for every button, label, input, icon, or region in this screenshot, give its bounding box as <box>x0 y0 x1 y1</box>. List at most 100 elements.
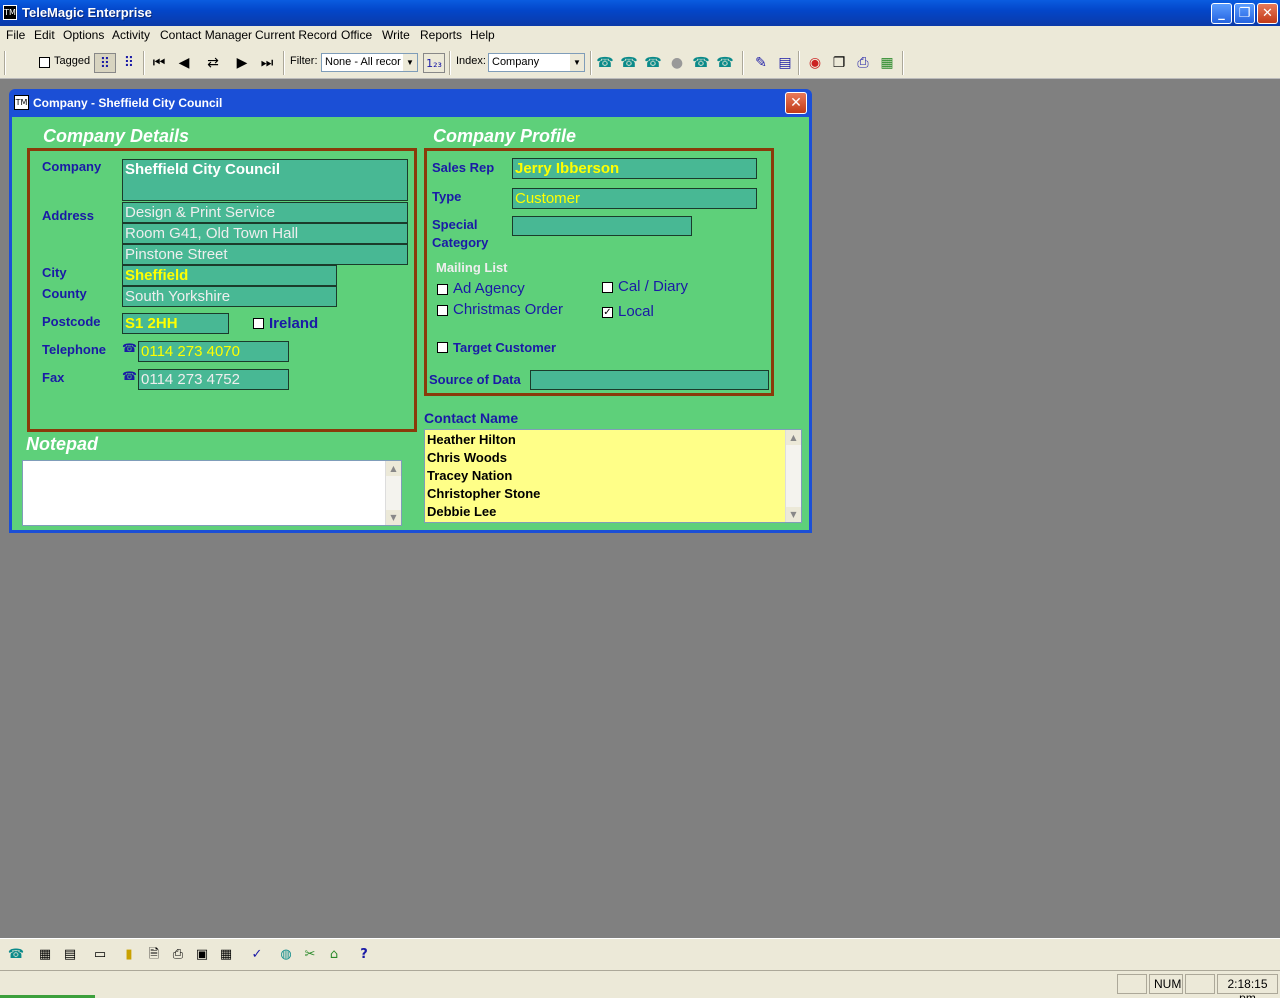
copy-icon[interactable]: ❐ <box>828 53 850 73</box>
christmas-order-checkbox[interactable] <box>437 305 448 316</box>
browse-icon[interactable]: ⇄ <box>202 53 224 73</box>
monitor-icon[interactable]: ▣ <box>192 946 212 964</box>
list-item[interactable]: Debbie Lee <box>427 504 496 519</box>
county-field[interactable]: South Yorkshire <box>122 286 337 307</box>
close-icon[interactable]: ✕ <box>785 92 807 114</box>
filter-select[interactable]: None - All recor ▼ <box>321 53 418 72</box>
phone-hangup-icon[interactable]: ☎ <box>690 53 712 73</box>
phone-icon[interactable]: ☎ <box>6 946 26 964</box>
type-field[interactable]: Customer <box>512 188 757 209</box>
chevron-down-icon[interactable]: ▼ <box>570 54 584 71</box>
spellcheck-icon[interactable]: ✓ <box>247 946 267 964</box>
home-icon[interactable]: ⌂ <box>324 946 344 964</box>
globe-icon[interactable]: ◍ <box>276 946 296 964</box>
phone-dial-icon[interactable]: ☎ <box>594 53 616 73</box>
cal-diary-checkbox[interactable] <box>602 282 613 293</box>
first-record-icon[interactable]: ⏮ <box>148 53 170 73</box>
phone-call-icon[interactable]: ☎ <box>642 53 664 73</box>
source-of-data-field[interactable] <box>530 370 769 390</box>
index-select[interactable]: Company ▼ <box>488 53 585 72</box>
local-checkbox[interactable]: ✓ <box>602 307 613 318</box>
close-icon[interactable]: ✕ <box>1257 3 1278 24</box>
phone-search-icon[interactable]: ☎ <box>618 53 640 73</box>
chevron-down-icon[interactable]: ▼ <box>403 54 417 71</box>
scroll-down-icon[interactable]: ▼ <box>386 510 401 525</box>
menu-contact-manager[interactable]: Contact Manager <box>160 28 252 42</box>
company-label: Company <box>42 159 102 174</box>
contact-list[interactable]: Heather Hilton Chris Woods Tracey Nation… <box>424 429 802 523</box>
special-category-field[interactable] <box>512 216 692 236</box>
calendar-icon[interactable]: ▦ <box>216 946 236 964</box>
report-icon[interactable]: ▦ <box>876 53 898 73</box>
contact-list-scrollbar[interactable]: ▲ ▼ <box>785 430 801 522</box>
target-customer-label: Target Customer <box>453 340 557 355</box>
scroll-up-icon[interactable]: ▲ <box>386 461 401 476</box>
tools-icon[interactable]: ✂ <box>300 946 320 964</box>
scroll-down-icon[interactable]: ▼ <box>786 507 801 522</box>
next-record-icon[interactable]: ▶ <box>231 53 253 73</box>
county-label: County <box>42 286 87 301</box>
address-line2-field[interactable]: Room G41, Old Town Hall <box>122 223 408 244</box>
document-icon[interactable]: 🗎 <box>144 946 164 964</box>
menu-reports[interactable]: Reports <box>420 28 462 42</box>
list-item[interactable]: Heather Hilton <box>427 432 516 447</box>
edit-record-icon[interactable]: ✎ <box>750 53 772 73</box>
menu-bar: File Edit Options Activity Contact Manag… <box>0 26 1280 46</box>
help-icon[interactable]: ? <box>354 946 374 964</box>
window-icon[interactable]: ▭ <box>90 946 110 964</box>
note-icon[interactable]: ▮ <box>119 946 139 964</box>
menu-write[interactable]: Write <box>382 28 410 42</box>
contacts-icon[interactable]: ◉ <box>804 53 826 73</box>
christmas-order-label: Christmas Order <box>453 301 564 318</box>
notepad-textarea[interactable]: ▲ ▼ <box>22 460 402 526</box>
table-view-icon[interactable]: ▦ <box>35 946 55 964</box>
telephone-field[interactable]: 0114 273 4070 <box>138 341 289 362</box>
address-line1-field[interactable]: Design & Print Service <box>122 202 408 223</box>
previous-record-icon[interactable]: ◀ <box>173 53 195 73</box>
contact-name-label: Contact Name <box>424 410 519 426</box>
document-icon[interactable]: TM <box>14 95 29 110</box>
menu-current-record[interactable]: Current Record <box>255 28 337 42</box>
company-window-title: Company - Sheffield City Council <box>33 96 223 110</box>
company-field[interactable]: Sheffield City Council <box>122 159 408 201</box>
last-record-icon[interactable]: ⏭ <box>256 53 278 73</box>
target-customer-checkbox[interactable] <box>437 342 448 353</box>
minimize-icon[interactable]: _ <box>1211 3 1232 24</box>
address-line3-field[interactable]: Pinstone Street <box>122 244 408 265</box>
list-view-icon[interactable]: ▤ <box>60 946 80 964</box>
ireland-checkbox[interactable] <box>253 318 264 329</box>
menu-file[interactable]: File <box>6 28 25 42</box>
tagged-checkbox[interactable] <box>39 57 50 68</box>
restore-icon[interactable]: ❐ <box>1234 3 1255 24</box>
form-view-icon[interactable]: ▤ <box>774 53 796 73</box>
postcode-label: Postcode <box>42 314 101 329</box>
phone-redial-icon[interactable]: ☎ <box>714 53 736 73</box>
notepad-scrollbar[interactable]: ▲ ▼ <box>385 461 401 525</box>
ad-agency-label: Ad Agency <box>453 280 525 297</box>
fax-field[interactable]: 0114 273 4752 <box>138 369 289 390</box>
telemagic-app-icon[interactable]: TM <box>3 5 17 20</box>
toolbar-separator <box>902 51 904 75</box>
list-item[interactable]: Christopher Stone <box>427 486 540 501</box>
phone-disabled-icon[interactable]: ● <box>666 53 688 73</box>
fax-dial-icon[interactable]: ☎ <box>122 369 137 383</box>
ad-agency-checkbox[interactable] <box>437 284 448 295</box>
sort-order-icon[interactable]: 1₂₃ <box>423 53 445 73</box>
list-item[interactable]: Chris Woods <box>427 450 507 465</box>
menu-edit[interactable]: Edit <box>34 28 55 42</box>
menu-activity[interactable]: Activity <box>112 28 150 42</box>
print-icon[interactable]: ⎙ <box>852 53 874 73</box>
telephone-dial-icon[interactable]: ☎ <box>122 341 137 355</box>
list-item[interactable]: Tracey Nation <box>427 468 512 483</box>
status-bar: NUM 2:18:15 pm <box>0 970 1280 998</box>
tag-record-icon[interactable]: ⠿ <box>94 53 116 73</box>
tag-all-icon[interactable]: ⠿ <box>118 53 140 73</box>
menu-help[interactable]: Help <box>470 28 495 42</box>
postcode-field[interactable]: S1 2HH <box>122 313 229 334</box>
sales-rep-field[interactable]: Jerry Ibberson <box>512 158 757 179</box>
city-field[interactable]: Sheffield <box>122 265 337 286</box>
menu-office[interactable]: Office <box>341 28 372 42</box>
fax-icon[interactable]: ⎙ <box>168 946 188 964</box>
scroll-up-icon[interactable]: ▲ <box>786 430 801 445</box>
menu-options[interactable]: Options <box>63 28 104 42</box>
